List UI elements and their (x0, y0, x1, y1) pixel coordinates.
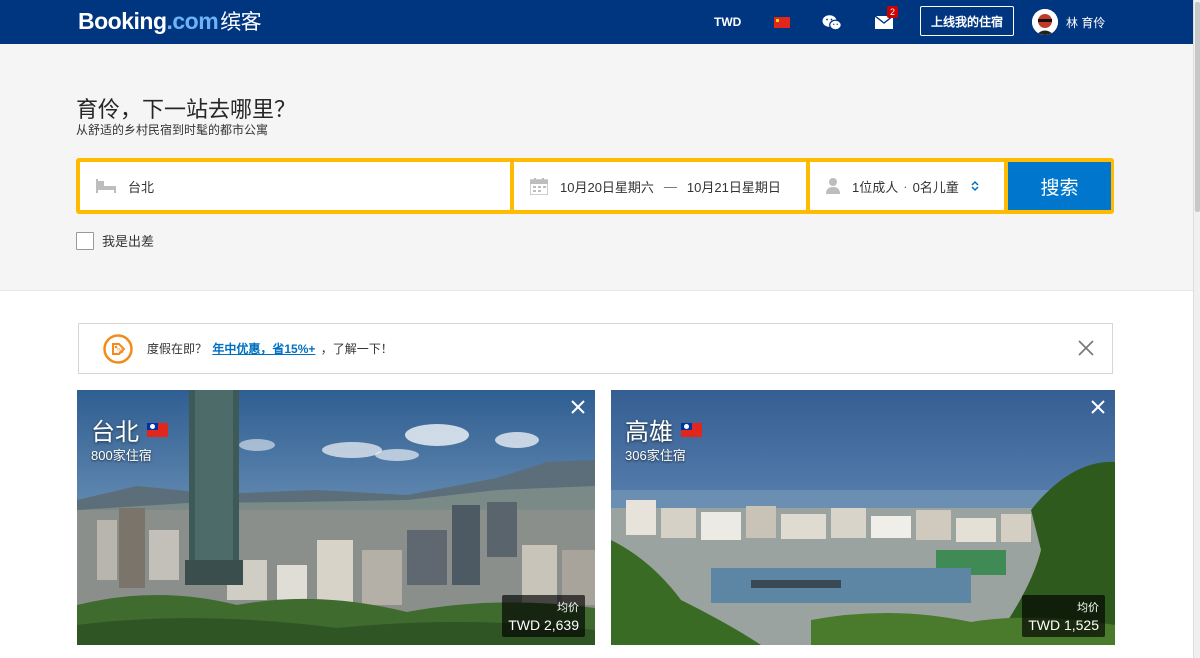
promo-link[interactable]: 年中优惠，省15%+ (212, 342, 315, 356)
deal-icon: % (103, 333, 133, 364)
calendar-icon (530, 177, 548, 195)
notification-badge: 2 (887, 6, 899, 18)
card-city-name: 台北 (91, 418, 139, 446)
close-icon[interactable] (571, 400, 585, 419)
price-label: 均价 (557, 602, 579, 614)
booking-logo[interactable]: Booking.com缤客 (78, 6, 262, 36)
china-flag-icon (774, 16, 790, 28)
scrollbar-thumb[interactable] (1195, 2, 1200, 212)
card-property-count: 800家住宿 (91, 448, 152, 463)
taiwan-flag-icon (147, 422, 168, 437)
business-trip-option[interactable]: 我是出差 (76, 231, 154, 250)
page-scrollbar[interactable] (1193, 0, 1200, 658)
card-city: 台北 (91, 412, 168, 447)
bed-icon (96, 179, 116, 193)
promo-prefix: 度假在即？ (147, 342, 208, 356)
logo-dot: .com (166, 8, 219, 34)
destination-card-taipei[interactable]: 台北 800家住宿 均价 TWD 2,639 (77, 390, 595, 645)
close-icon[interactable] (1078, 340, 1094, 361)
price-value: TWD 2,639 (508, 617, 579, 633)
guests-field[interactable]: 1位成人 · 0名儿童 (810, 162, 1004, 210)
promo-text: 度假在即？ 年中优惠，省15%+ ，了解一下！ (147, 340, 393, 357)
language-selector[interactable] (774, 0, 790, 44)
taiwan-flag-icon (681, 422, 702, 437)
destination-value: 台北 (128, 179, 155, 195)
guest-separator: · (903, 178, 908, 194)
avatar[interactable] (1032, 9, 1058, 35)
price-label: 均价 (1077, 602, 1099, 614)
chevron-updown-icon (971, 180, 979, 192)
search-button[interactable]: 搜索 (1008, 162, 1111, 210)
card-property-count: 306家住宿 (625, 448, 686, 463)
promo-banner: % 度假在即？ 年中优惠，省15%+ ，了解一下！ (78, 323, 1113, 374)
price-badge: 均价 TWD 1,525 (1022, 595, 1105, 637)
page-title: 育伶，下一站去哪里？ (76, 98, 297, 123)
close-icon[interactable] (1091, 400, 1105, 419)
person-icon (826, 178, 840, 194)
price-badge: 均价 TWD 2,639 (502, 595, 585, 637)
checkin-date: 10月20日星期六 (560, 179, 654, 195)
inbox-button[interactable]: 2 (875, 0, 899, 44)
checkout-date: 10月21日星期日 (686, 179, 781, 195)
promo-suffix: ，了解一下！ (320, 342, 393, 356)
svg-text:%: % (117, 347, 124, 355)
destination-field[interactable]: 台北 (80, 162, 510, 210)
wechat-icon (822, 14, 842, 30)
logo-cn: 缤客 (220, 11, 262, 34)
top-header: Booking.com缤客 TWD 2 上线我的住宿 林 育伶 (0, 0, 1193, 44)
search-bar: 台北 10月20日星期六 — 10月21日星期日 1位成人 · 0名儿童 搜索 (76, 158, 1114, 214)
destination-card-kaohsiung[interactable]: 高雄 306家住宿 均价 TWD 1,525 (611, 390, 1115, 645)
list-property-button[interactable]: 上线我的住宿 (920, 6, 1015, 36)
price-value: TWD 1,525 (1028, 617, 1099, 633)
date-field[interactable]: 10月20日星期六 — 10月21日星期日 (514, 162, 806, 210)
avatar-image (1032, 9, 1058, 35)
business-trip-checkbox[interactable] (76, 231, 94, 250)
card-city: 高雄 (625, 412, 702, 447)
wechat-button[interactable] (822, 0, 842, 44)
user-name[interactable]: 林 育伶 (1066, 0, 1105, 44)
business-trip-label: 我是出差 (102, 234, 155, 249)
children-count: 0名儿童 (912, 179, 959, 195)
search-hero: 育伶，下一站去哪里？ 从舒适的乡村民宿到时髦的都市公寓 台北 10月20日星期六… (0, 44, 1193, 291)
date-separator: — (663, 178, 677, 194)
card-city-name: 高雄 (625, 418, 673, 446)
adults-count: 1位成人 (852, 179, 899, 195)
currency-selector[interactable]: TWD (714, 0, 741, 44)
logo-main: Booking (78, 8, 167, 34)
page-subtitle: 从舒适的乡村民宿到时髦的都市公寓 (76, 123, 269, 137)
